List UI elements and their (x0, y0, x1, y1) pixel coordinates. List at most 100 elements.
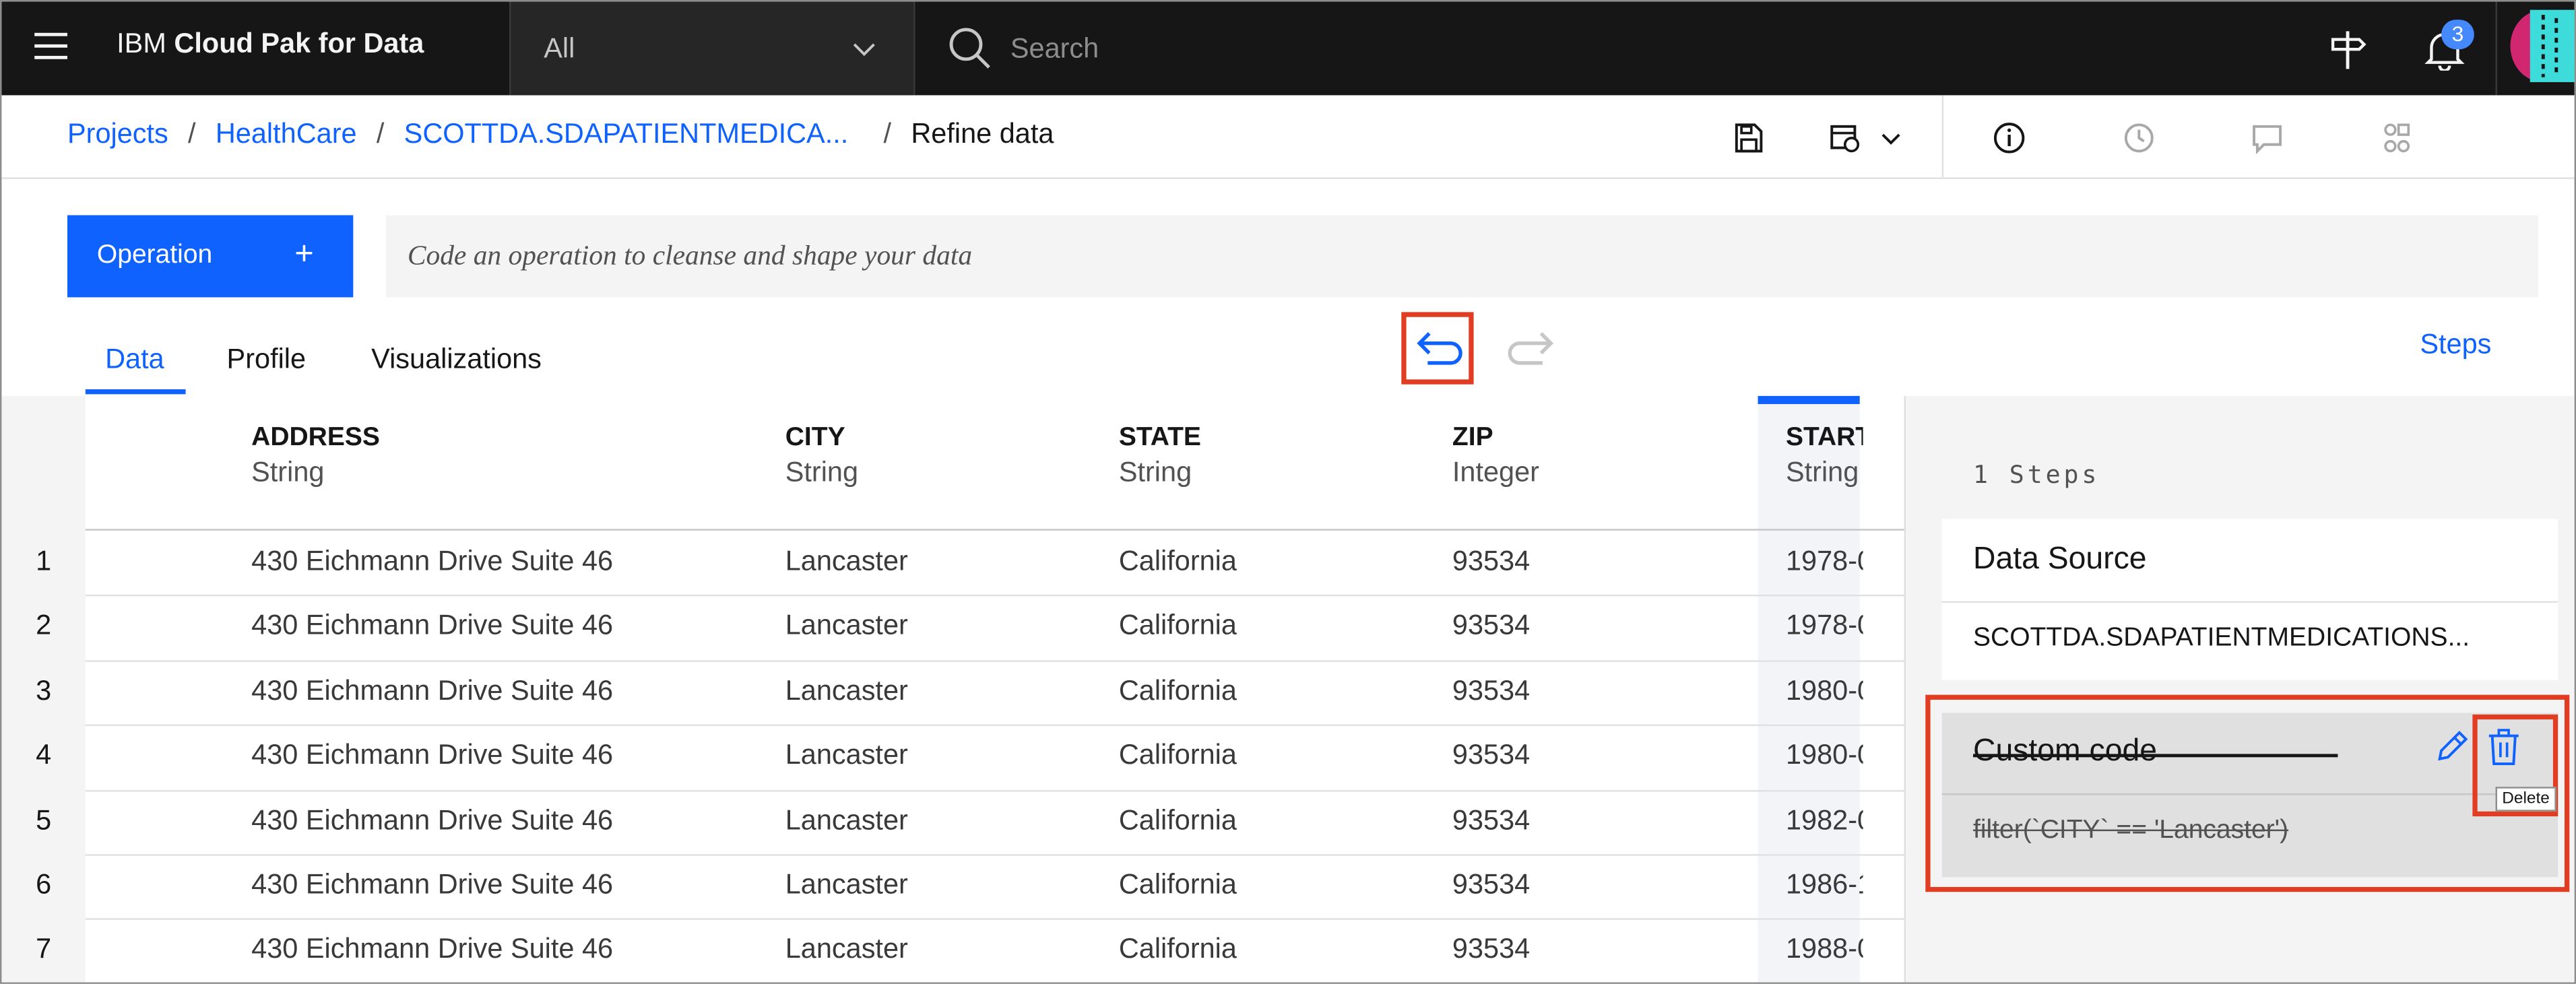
code-operation-input[interactable] (386, 215, 2538, 298)
data-table: ADDRESS String CITY String STATE String … (1, 395, 1904, 983)
operation-button-label: Operation (96, 241, 213, 269)
row-divider (85, 595, 1904, 597)
tab-data[interactable]: Data (105, 343, 164, 376)
menu-icon[interactable] (34, 32, 67, 63)
breadcrumb-current: Refine data (911, 118, 1054, 150)
table-row[interactable]: 6 430 Eichmann Drive Suite 46 Lancaster Cal… (1, 854, 1904, 918)
column-name: STATE (1118, 424, 1201, 452)
column-type: String (251, 456, 325, 488)
brand-name: Cloud Pak for Data (174, 28, 424, 59)
avatar[interactable] (2495, 1, 2575, 96)
row-divider (85, 854, 1904, 856)
breadcrumb: Projects / HealthCare / SCOTTDA.SDAPATIENTME… (67, 119, 1054, 152)
breadcrumb-dataset[interactable]: SCOTTDA.SDAPATIENTMEDICA... (404, 119, 849, 150)
cell-city: Lancaster (785, 869, 908, 900)
cell-address: 430 Eichmann Drive Suite 46 (251, 933, 614, 965)
strikethrough-line (1972, 754, 2338, 758)
cell-start: 1980-06 (1785, 674, 1863, 707)
comment-icon[interactable] (2251, 121, 2284, 155)
table-row[interactable]: 3 430 Eichmann Drive Suite 46 Lancaster Cal… (1, 659, 1904, 724)
cell-start: 1978-03 (1785, 610, 1863, 642)
cell-address: 430 Eichmann Drive Suite 46 (251, 869, 614, 900)
table-row[interactable]: 1 430 Eichmann Drive Suite 46 Lancaster Cal… (1, 531, 1904, 595)
cell-zip: 93534 (1452, 545, 1531, 577)
product-name[interactable]: IBM Cloud Pak for Data (117, 28, 424, 61)
scope-dropdown[interactable]: All (509, 1, 915, 96)
row-number: 1 (36, 545, 52, 577)
table-row[interactable]: 7 430 Eichmann Drive Suite 46 Lancaster Cal… (1, 919, 1904, 982)
cell-start: 1982-08 (1785, 804, 1863, 836)
add-icon: + (294, 236, 314, 273)
column-name: ZIP (1452, 424, 1493, 452)
row-number: 5 (36, 804, 52, 836)
cell-state: California (1118, 739, 1237, 771)
cell-city: Lancaster (785, 674, 908, 707)
cell-city: Lancaster (785, 545, 908, 577)
signpost-icon[interactable] (2328, 28, 2368, 70)
column-header-start[interactable]: START String (1786, 396, 1863, 529)
save-icon[interactable] (1731, 121, 1764, 154)
settings-icon[interactable] (2381, 121, 2414, 154)
search-icon[interactable] (946, 25, 992, 71)
cell-state: California (1118, 545, 1237, 577)
operation-button[interactable]: Operation + (67, 215, 354, 298)
search-input[interactable] (1006, 21, 2263, 77)
cell-start: 1988-06 (1785, 933, 1863, 965)
cell-city: Lancaster (785, 804, 908, 836)
redo-icon[interactable] (1504, 329, 1556, 374)
cell-state: California (1118, 933, 1237, 965)
history-icon[interactable] (2123, 121, 2156, 154)
cell-address: 430 Eichmann Drive Suite 46 (251, 804, 614, 836)
column-type: String (1785, 456, 1859, 488)
data-source-name: SCOTTDA.SDAPATIENTMEDICATIONS... (1972, 624, 2470, 653)
cell-address: 430 Eichmann Drive Suite 46 (251, 610, 614, 642)
cell-zip: 93534 (1452, 804, 1531, 836)
steps-link[interactable]: Steps (2420, 329, 2491, 362)
edit-icon[interactable] (2435, 727, 2471, 764)
custom-code-title: Custom code (1972, 734, 2158, 769)
data-source-title: Data Source (1972, 542, 2147, 577)
breadcrumb-separator: / (868, 118, 892, 150)
cell-state: California (1118, 869, 1237, 900)
row-number: 4 (36, 739, 52, 771)
data-source-step[interactable]: Data Source SCOTTDA.SDAPATIENTMEDICATION… (1941, 519, 2558, 680)
info-icon[interactable] (1993, 121, 2026, 154)
tab-visualizations[interactable]: Visualizations (371, 343, 542, 376)
cell-city: Lancaster (785, 610, 908, 642)
row-divider (85, 659, 1904, 662)
chevron-down-icon (853, 43, 875, 57)
breadcrumb-projects[interactable]: Projects (67, 119, 168, 150)
column-type: String (1118, 456, 1192, 488)
notification-count-badge: 3 (2441, 20, 2474, 50)
cell-state: California (1118, 610, 1237, 642)
header-divider (1941, 95, 1944, 178)
undo-icon[interactable] (1415, 329, 1467, 374)
row-divider (85, 789, 1904, 791)
breadcrumb-healthcare[interactable]: HealthCare (216, 119, 357, 150)
breadcrumb-separator: / (188, 118, 196, 150)
trash-icon[interactable] (2486, 727, 2522, 767)
cell-state: California (1118, 804, 1237, 836)
schedule-icon[interactable] (1828, 121, 1861, 154)
brand-prefix: IBM (117, 28, 166, 59)
tab-profile[interactable]: Profile (227, 343, 307, 376)
table-row[interactable]: 2 430 Eichmann Drive Suite 46 Lancaster Cal… (1, 595, 1904, 659)
scope-selected-value: All (544, 32, 575, 65)
page-header: Projects / HealthCare / SCOTTDA.SDAPATIENTME… (1, 95, 2575, 179)
delete-tooltip: Delete (2495, 787, 2556, 812)
table-row[interactable]: 4 430 Eichmann Drive Suite 46 Lancaster Cal… (1, 724, 1904, 789)
cell-address: 430 Eichmann Drive Suite 46 (251, 545, 614, 577)
breadcrumb-separator: / (376, 118, 385, 150)
column-name: CITY (785, 424, 845, 452)
column-type: Integer (1452, 456, 1540, 488)
column-name: START (1785, 424, 1863, 452)
row-divider (85, 919, 1904, 921)
chevron-down-icon[interactable] (1879, 130, 1902, 150)
cell-zip: 93534 (1452, 674, 1531, 707)
card-divider (1941, 601, 2558, 603)
cell-address: 430 Eichmann Drive Suite 46 (251, 674, 614, 707)
custom-code-expression: filter(`CITY` == 'Lancaster') (1972, 816, 2289, 845)
card-divider (1941, 793, 2558, 795)
active-tab-indicator (85, 389, 186, 395)
table-row[interactable]: 5 430 Eichmann Drive Suite 46 Lancaster Cal… (1, 789, 1904, 853)
